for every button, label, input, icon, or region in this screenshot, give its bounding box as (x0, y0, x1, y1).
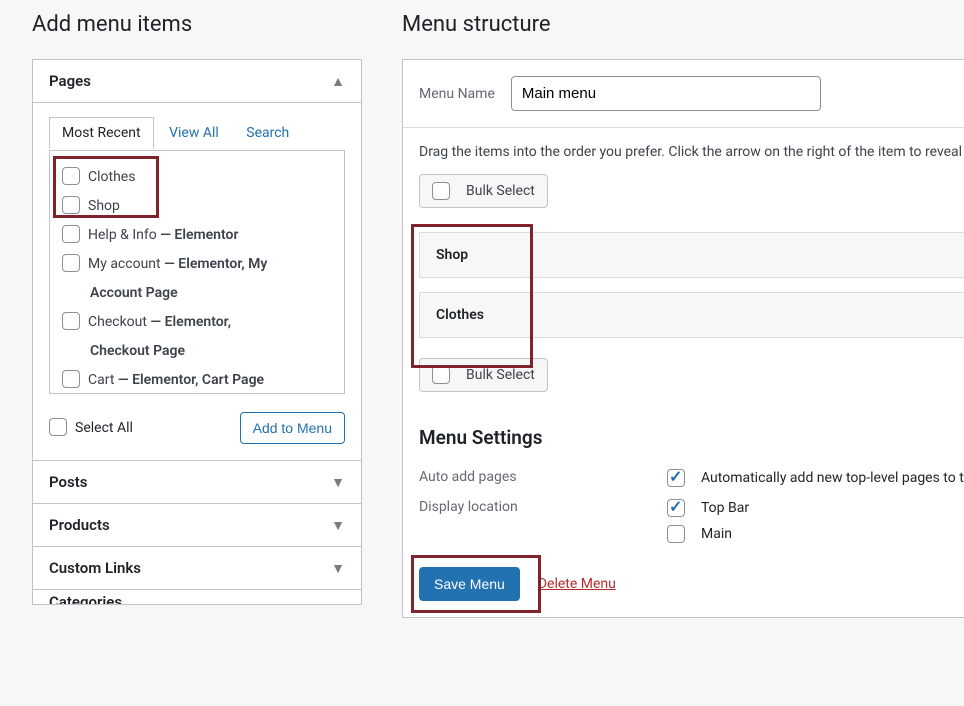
page-option-checkout: Checkout — Elementor, (62, 308, 338, 337)
location-topbar-checkbox[interactable] (667, 499, 685, 517)
triangle-down-icon: ▼ (331, 560, 345, 577)
drag-instruction: Drag the items into the order you prefer… (419, 144, 964, 160)
select-all-checkbox[interactable] (49, 418, 67, 436)
page-option-help-info: Help & Info — Elementor (62, 221, 338, 250)
triangle-up-icon: ▲ (331, 73, 345, 90)
display-location-label: Display location (419, 499, 667, 543)
delete-menu-link[interactable]: Delete Menu (538, 576, 616, 592)
metabox-pages-title: Pages (49, 72, 91, 90)
metabox-custom-links-header[interactable]: Custom Links ▼ (33, 547, 361, 590)
add-to-menu-button[interactable]: Add to Menu (240, 412, 345, 444)
checkbox[interactable] (432, 366, 450, 384)
menu-name-input[interactable] (511, 76, 821, 111)
menu-item-shop[interactable]: Shop Page ▼ (419, 232, 964, 278)
checkbox[interactable] (62, 196, 80, 214)
bulk-select-bottom-button[interactable]: Bulk Select (419, 358, 548, 392)
auto-add-label: Auto add pages (419, 469, 667, 487)
metabox-products-header[interactable]: Products ▼ (33, 504, 361, 547)
checkbox[interactable] (62, 167, 80, 185)
menu-item-clothes[interactable]: Clothes Page ▼ (419, 292, 964, 338)
checkbox[interactable] (62, 370, 80, 388)
tab-search[interactable]: Search (234, 118, 301, 148)
location-main-checkbox[interactable] (667, 525, 685, 543)
pages-list[interactable]: Clothes Shop Help & Info — Elementor My … (49, 150, 345, 394)
page-option-cart: Cart — Elementor, Cart Page (62, 366, 338, 394)
checkbox[interactable] (62, 312, 80, 330)
metabox-categories-header[interactable]: Categories (33, 590, 361, 604)
page-option-my-account-cont: Account Page (62, 279, 338, 308)
menu-structure-heading: Menu structure (402, 12, 964, 37)
tab-most-recent[interactable]: Most Recent (49, 117, 154, 149)
checkbox[interactable] (432, 182, 450, 200)
page-option-my-account: My account — Elementor, My (62, 250, 338, 279)
metabox-posts-header[interactable]: Posts ▼ (33, 461, 361, 504)
triangle-down-icon: ▼ (331, 474, 345, 491)
tab-view-all[interactable]: View All (157, 118, 231, 148)
add-menu-items-heading: Add menu items (32, 12, 402, 37)
save-menu-button[interactable]: Save Menu (419, 567, 520, 601)
checkbox[interactable] (62, 254, 80, 272)
page-option-checkout-cont: Checkout Page (62, 337, 338, 366)
metabox-pages-body: Most Recent View All Search Clothes Shop (33, 103, 361, 461)
auto-add-checkbox[interactable] (667, 469, 685, 487)
checkbox[interactable] (62, 225, 80, 243)
menu-form: Menu Name Drag the items into the order … (402, 59, 964, 618)
auto-add-text: Automatically add new top-level pages to… (701, 470, 964, 486)
triangle-down-icon: ▼ (331, 517, 345, 534)
metabox-pages-header[interactable]: Pages ▲ (33, 60, 361, 103)
select-all-label: Select All (75, 418, 133, 439)
menu-name-label: Menu Name (419, 86, 495, 102)
bulk-select-top-button[interactable]: Bulk Select (419, 174, 548, 208)
menu-settings-heading: Menu Settings (419, 426, 964, 449)
